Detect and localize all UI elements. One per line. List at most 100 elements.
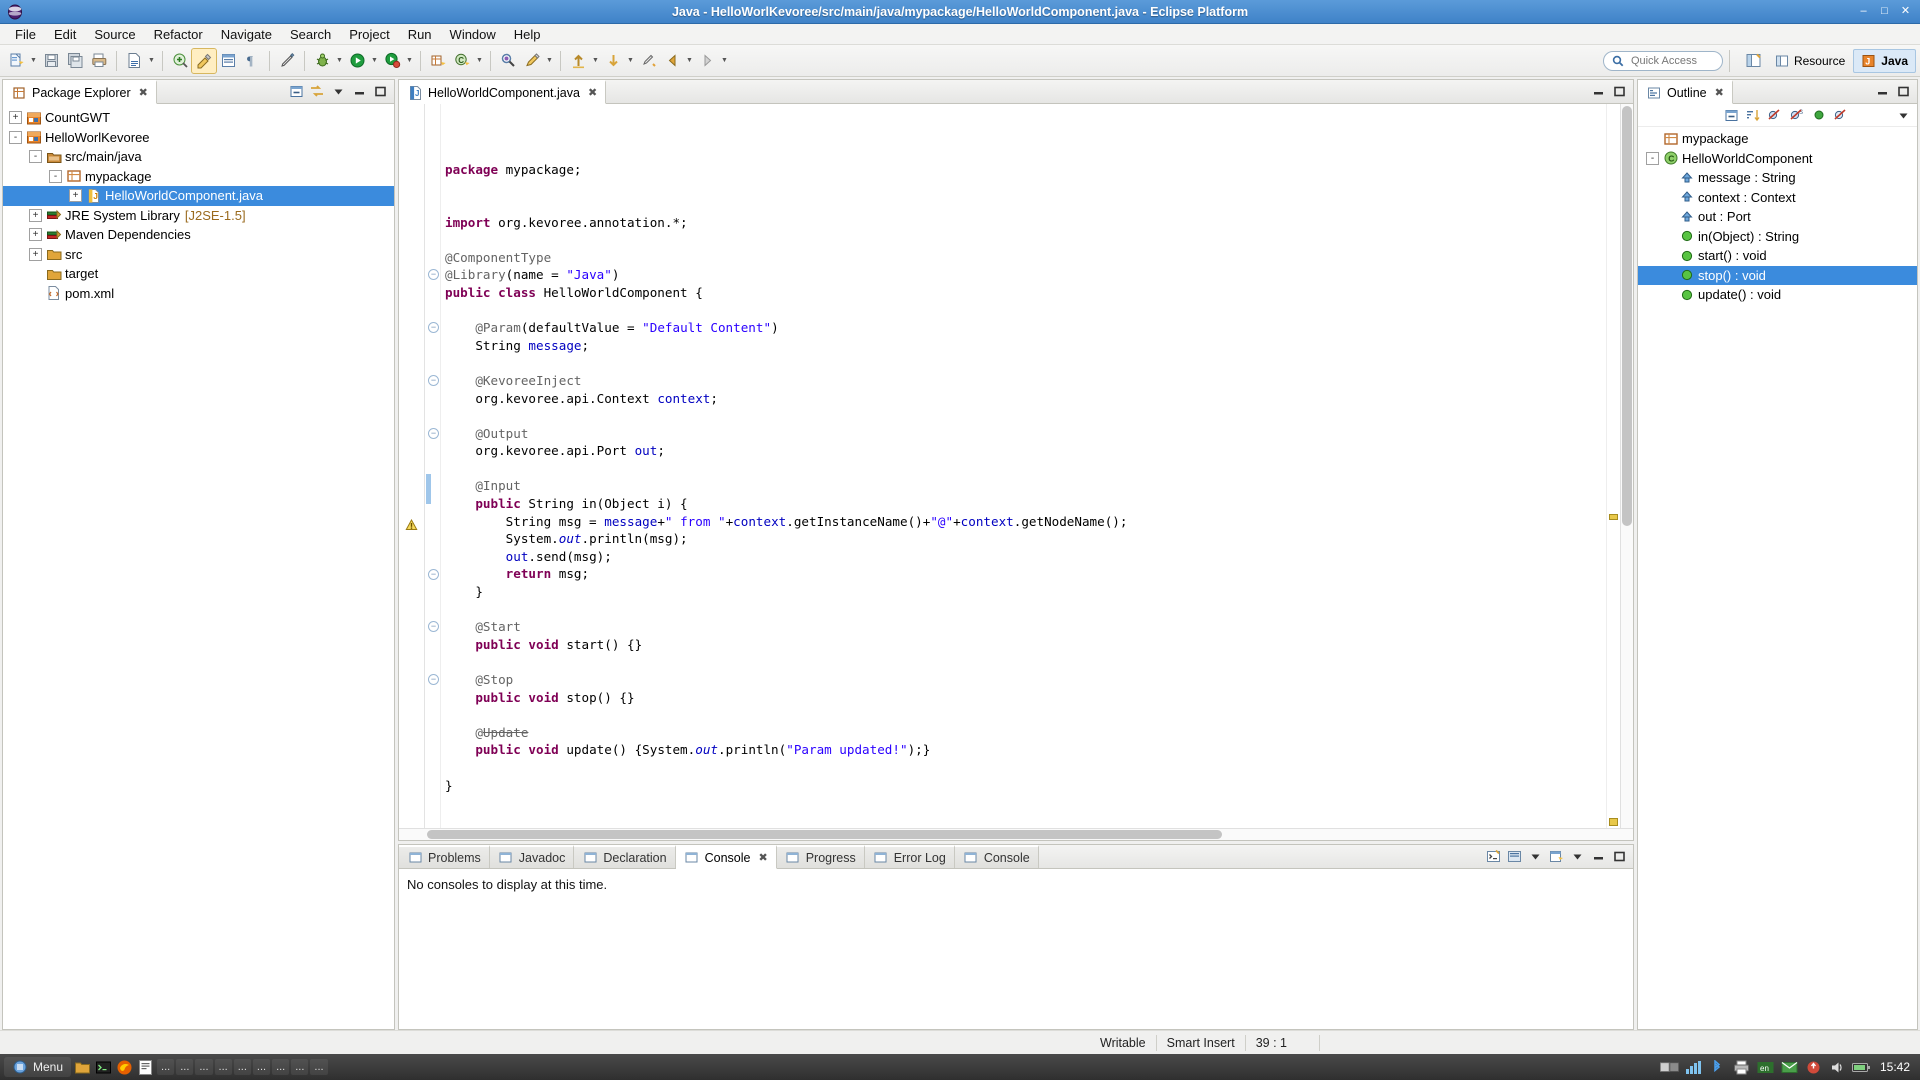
code-line[interactable]: return msg; [441, 565, 1606, 583]
tab-package-explorer[interactable]: Package Explorer ✖ [3, 80, 157, 104]
code-line[interactable]: public void start() {} [441, 636, 1606, 654]
code-line[interactable]: org.kevoree.api.Context context; [441, 390, 1606, 408]
code-line[interactable]: System.out.println(msg); [441, 530, 1606, 548]
code-line[interactable] [441, 302, 1606, 320]
code-line[interactable] [441, 178, 1606, 196]
editor-overview-ruler[interactable] [1606, 104, 1620, 828]
taskbar-window-2[interactable]: ... [176, 1059, 194, 1075]
code-line[interactable]: public class HelloWorldComponent { [441, 284, 1606, 302]
menu-search[interactable]: Search [281, 25, 340, 44]
collapse-toggle-icon[interactable]: - [29, 150, 42, 164]
update-icon[interactable] [1804, 1058, 1823, 1077]
collapse-toggle-icon[interactable]: - [9, 130, 22, 144]
code-line[interactable]: out.send(msg); [441, 548, 1606, 566]
open-perspective-icon[interactable] [1742, 49, 1766, 73]
fold-collapse-icon[interactable]: − [428, 427, 439, 439]
bottom-tab-javadoc[interactable]: Javadoc [489, 845, 575, 868]
tab-outline[interactable]: Outline ✖ [1638, 80, 1733, 104]
tree-item-helloworlkevoree[interactable]: - HelloWorlKevoree [3, 128, 394, 148]
outline-item-in-object-string[interactable]: in(Object) : String [1638, 227, 1917, 247]
outline-item-message-string[interactable]: message : String [1638, 168, 1917, 188]
code-line[interactable]: @Input [441, 477, 1606, 495]
close-icon[interactable]: ✖ [139, 86, 148, 99]
tree-item-countgwt[interactable]: + CountGWT [3, 108, 394, 128]
menu-run[interactable]: Run [399, 25, 441, 44]
expand-toggle-icon[interactable]: + [9, 111, 22, 125]
new-class-icon[interactable]: C [450, 49, 474, 73]
chevron-down-icon[interactable] [1527, 849, 1543, 865]
minimize-view-icon[interactable] [1590, 84, 1606, 100]
forward-dropdown-icon[interactable]: ▼ [719, 49, 730, 73]
new-icon[interactable] [4, 49, 28, 73]
annotate-dropdown-icon[interactable]: ▼ [544, 49, 555, 73]
search-refs-icon[interactable] [496, 49, 520, 73]
debug-dropdown-icon[interactable]: ▼ [334, 49, 345, 73]
taskbar-window-3[interactable]: ... [195, 1059, 213, 1075]
last-edit-icon[interactable] [636, 49, 660, 73]
view-menu-icon[interactable] [1895, 107, 1911, 123]
workspace-switcher-icon[interactable] [1659, 1058, 1679, 1077]
code-line[interactable] [441, 759, 1606, 777]
new-console-view-icon[interactable] [1548, 849, 1564, 865]
taskbar-window-8[interactable]: ... [291, 1059, 309, 1075]
fold-collapse-icon[interactable]: − [428, 621, 439, 633]
code-line[interactable]: String message; [441, 337, 1606, 355]
editor-horizontal-scrollbar[interactable] [399, 828, 1633, 840]
run-external-tools-icon[interactable] [380, 49, 404, 73]
firefox-icon[interactable] [115, 1058, 134, 1077]
printer-icon[interactable] [1732, 1058, 1751, 1077]
taskbar-clock[interactable]: 15:42 [1876, 1060, 1910, 1074]
volume-icon[interactable] [1828, 1058, 1847, 1077]
tree-item-target[interactable]: target [3, 264, 394, 284]
menu-edit[interactable]: Edit [45, 25, 85, 44]
paragraph-icon[interactable]: ¶ [240, 49, 264, 73]
pen-icon[interactable] [275, 49, 299, 73]
tree-item-mypackage[interactable]: - mypackage [3, 167, 394, 187]
taskbar-window-6[interactable]: ... [252, 1059, 271, 1075]
run-icon[interactable] [345, 49, 369, 73]
expand-toggle-icon[interactable]: + [29, 228, 42, 242]
tree-item-src-main-java[interactable]: - src/main/java [3, 147, 394, 167]
code-line[interactable]: String msg = message+" from "+context.ge… [441, 513, 1606, 531]
bottom-tab-console-2[interactable]: Console [954, 845, 1039, 868]
taskbar-window-1[interactable]: ... [157, 1059, 175, 1075]
code-line[interactable]: } [441, 583, 1606, 601]
code-line[interactable]: @Library(name = "Java") [441, 266, 1606, 284]
code-line[interactable]: @Update [441, 724, 1606, 742]
outline-item-helloworldcomponent[interactable]: - C HelloWorldComponent [1638, 149, 1917, 169]
hide-nonpublic-icon[interactable] [1811, 107, 1827, 123]
external-dropdown-icon[interactable]: ▼ [404, 49, 415, 73]
fold-collapse-icon[interactable]: − [428, 322, 439, 334]
close-icon[interactable]: ✖ [588, 86, 597, 99]
hide-local-types-icon[interactable] [1833, 107, 1849, 123]
collapse-toggle-icon[interactable]: - [49, 169, 62, 183]
close-icon[interactable]: ✖ [758, 851, 767, 864]
view-menu-icon[interactable] [330, 84, 346, 100]
new-package-icon[interactable] [426, 49, 450, 73]
prev-annotation-dropdown-icon[interactable]: ▼ [590, 49, 601, 73]
newclass-dropdown-icon[interactable]: ▼ [474, 49, 485, 73]
display-selected-console-icon[interactable] [1506, 849, 1522, 865]
network-graph-icon[interactable] [1684, 1058, 1703, 1077]
collapse-all-icon[interactable] [288, 84, 304, 100]
perspective-resource[interactable]: Resource [1766, 49, 1853, 73]
taskbar-window-9[interactable]: ... [310, 1059, 328, 1075]
toggle-breadcrumb-icon[interactable] [216, 49, 240, 73]
code-line[interactable] [441, 231, 1606, 249]
open-console-icon[interactable] [1485, 849, 1501, 865]
sort-icon[interactable] [1745, 107, 1761, 123]
print-icon[interactable] [87, 49, 111, 73]
build-icon[interactable] [191, 47, 217, 74]
code-line[interactable]: @KevoreeInject [441, 372, 1606, 390]
code-line[interactable]: @Stop [441, 671, 1606, 689]
next-annotation-icon[interactable] [601, 49, 625, 73]
code-line[interactable]: public void stop() {} [441, 689, 1606, 707]
collapse-all-icon[interactable] [1723, 107, 1739, 123]
code-line[interactable]: import org.kevoree.annotation.*; [441, 214, 1606, 232]
code-text[interactable]: package mypackage; import org.kevoree.an… [441, 104, 1606, 828]
code-line[interactable] [441, 407, 1606, 425]
bottom-tab-problems[interactable]: Problems [399, 845, 490, 868]
save-all-icon[interactable] [63, 49, 87, 73]
fold-collapse-icon[interactable]: − [428, 269, 439, 281]
maximize-view-icon[interactable] [1611, 849, 1627, 865]
